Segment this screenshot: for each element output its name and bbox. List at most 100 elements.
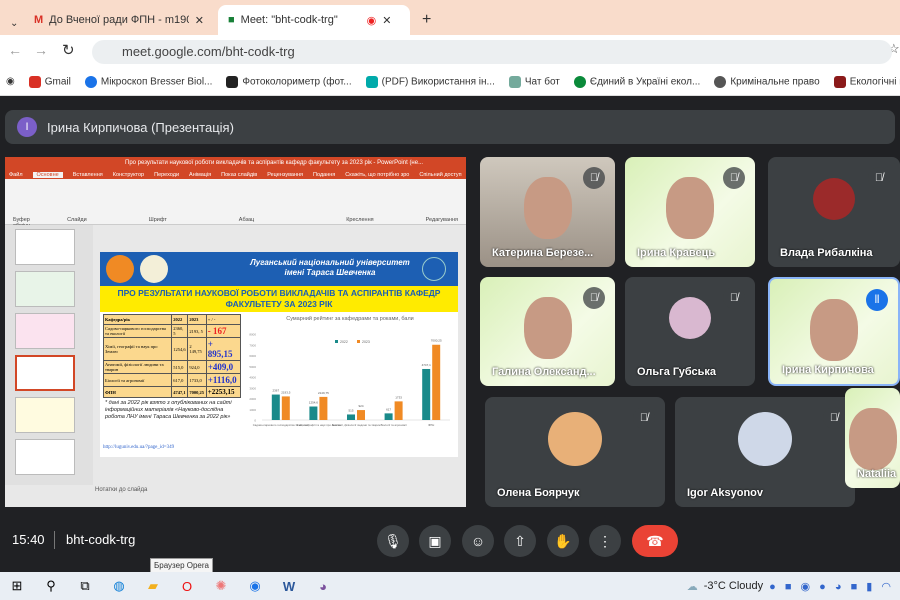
chrome-icon[interactable]: ◉ — [244, 575, 266, 597]
bookmark-chatbot[interactable]: Чат бот — [508, 75, 560, 88]
menu-slideshow[interactable]: Показ слайдів — [221, 172, 257, 178]
y-tick-label: 1000 — [249, 408, 256, 412]
slide-link[interactable]: http://luguniv.edu.ua/?page_id=349 — [103, 445, 174, 450]
rating-chart: Сумарний рейтинг за кафедрами та роками,… — [249, 315, 450, 427]
bookmark-microscope[interactable]: Мікроскоп Bresser Biol... — [84, 75, 212, 88]
search-icon[interactable]: ⚲ — [40, 575, 62, 597]
camera-button[interactable]: ▣ — [419, 525, 451, 557]
participant-tile[interactable]: 🎙̸ Галина Олександ... — [480, 277, 615, 386]
edge-icon[interactable]: ◍ — [108, 575, 130, 597]
y-tick-label: 5000 — [249, 365, 256, 369]
menu-transitions[interactable]: Переходи — [154, 172, 179, 178]
muted-mic-icon: 🎙̸ — [868, 167, 890, 189]
bar-2022 — [384, 413, 393, 420]
participant-video — [523, 177, 572, 239]
tab-meet[interactable]: ■ Meet: "bht-codk-trg" ◉ ✕ — [218, 5, 410, 35]
microphone-button[interactable]: 🎙 — [377, 525, 409, 557]
menu-review[interactable]: Рецензування — [267, 172, 303, 178]
close-tab-icon[interactable]: ✕ — [195, 14, 204, 27]
participant-name: Катерина Березе... — [492, 247, 594, 259]
participant-tile[interactable]: 🎙̸ Влада Рибалкіна — [768, 157, 900, 267]
share-button[interactable]: Спільний доступ — [419, 172, 461, 178]
weather-text[interactable]: -3°C Cloudy — [704, 580, 763, 592]
participant-tile[interactable]: 🎙̸ Ольга Губська — [625, 277, 755, 386]
participant-tile[interactable]: 🎙̸ Igor Aksyonov — [675, 397, 855, 507]
slide-thumbnail[interactable] — [15, 397, 75, 433]
back-icon[interactable]: ← — [8, 42, 22, 58]
x-tick-label: ФПН — [428, 423, 434, 427]
bar-2022 — [309, 406, 318, 420]
menu-animations[interactable]: Анімація — [189, 172, 211, 178]
bookmark-ecology[interactable]: Єдиний в Україні екол... — [573, 75, 700, 88]
bar-2023 — [394, 401, 403, 420]
tray-icons[interactable]: ● ■ ◉ ● ◕ ■ ▮ ◠ — [769, 580, 894, 593]
participant-name: Ірина Кравець — [637, 247, 716, 259]
emoji-button[interactable]: ☺ — [462, 525, 494, 557]
data-label: 617 — [386, 407, 391, 411]
reload-icon[interactable]: ↻ — [62, 41, 75, 59]
tab-gmail[interactable]: MДо Вченої ради ФПН - m19050829✕ — [24, 5, 214, 35]
app-icon[interactable]: ✺ — [210, 575, 232, 597]
menu-insert[interactable]: Вставлення — [73, 172, 103, 178]
bookmarks-bar: ◉ Gmail Мікроскоп Bresser Biol... Фотоко… — [0, 68, 900, 96]
group-editing: Редагування — [425, 217, 458, 223]
menu-file[interactable]: Файл — [9, 172, 23, 178]
bar-2022 — [271, 394, 280, 420]
slide-thumbnail[interactable] — [15, 439, 75, 475]
more-options-button[interactable]: ⋮ — [589, 525, 621, 557]
participant-tile[interactable]: 🎙̸ Ірина Кравець — [625, 157, 755, 267]
bar-2022 — [422, 368, 431, 420]
bookmark-gmail[interactable]: Gmail — [28, 75, 71, 88]
muted-mic-icon: 🎙̸ — [633, 407, 655, 429]
word-icon[interactable]: W — [278, 575, 300, 597]
slide-thumbnail[interactable] — [15, 313, 75, 349]
bookmark-pdf[interactable]: (PDF) Використання ін... — [365, 75, 495, 88]
close-tab-icon[interactable]: ✕ — [382, 14, 391, 27]
y-tick-label: 0 — [254, 419, 256, 423]
new-tab-button[interactable]: + — [412, 5, 441, 35]
bookmark-ecological-consequences[interactable]: Екологічні наслідки ві... — [833, 75, 900, 88]
opera-icon[interactable]: O — [176, 575, 198, 597]
bookmark-criminal-law[interactable]: Кримінальне право — [714, 75, 820, 88]
presentation-bar: I Ірина Кирпичова (Презентація) — [5, 110, 895, 144]
participant-tile[interactable]: 🎙̸ Олена Боярчук — [485, 397, 665, 507]
slide-thumbnail[interactable] — [15, 271, 75, 307]
menu-design[interactable]: Конструктор — [113, 172, 144, 178]
forward-icon[interactable]: → — [34, 42, 48, 58]
tell-me-input[interactable]: Скажіть, що потрібно зро — [345, 172, 409, 178]
participant-tile[interactable]: ⦀ Ірина Кирпичова — [768, 277, 900, 386]
notes-placeholder[interactable]: Нотатки до слайда — [95, 487, 147, 493]
address-bar[interactable]: meet.google.com/bht-codk-trg — [92, 40, 892, 64]
participant-avatar — [548, 411, 602, 466]
system-tray: ☁ -3°C Cloudy ● ■ ◉ ● ◕ ■ ▮ ◠ — [687, 572, 894, 600]
participant-video — [848, 408, 897, 470]
meeting-code: bht-codk-trg — [66, 532, 136, 547]
participant-video — [523, 297, 572, 359]
menu-home[interactable]: Основне — [32, 171, 63, 178]
slide-thumbnail-current[interactable] — [15, 355, 75, 391]
participant-name: Ірина Кирпичова — [782, 364, 874, 376]
data-label: 1733 — [395, 395, 402, 399]
x-tick-label: Анатомії, фізіології людини та тварин — [332, 423, 381, 427]
bookmark-photocolorimeter[interactable]: Фотоколориметр (фот... — [226, 75, 352, 88]
slide-thumbnail[interactable] — [15, 229, 75, 265]
participant-tile[interactable]: Nataliia — [845, 388, 900, 488]
bar-2023 — [281, 396, 290, 420]
file-explorer-icon[interactable]: ▰ — [142, 575, 164, 597]
present-button[interactable]: ⇧ — [504, 525, 536, 557]
participant-tile[interactable]: 🎙̸ Катерина Березе... — [480, 157, 615, 267]
group-drawing: Креслення — [346, 217, 374, 223]
task-view-icon[interactable]: ⧉ — [74, 575, 96, 597]
legend-swatch — [335, 340, 338, 343]
speaking-indicator-icon: ⦀ — [866, 289, 888, 311]
y-tick-label: 6000 — [249, 354, 256, 358]
menu-view[interactable]: Подання — [313, 172, 335, 178]
participant-avatar — [738, 411, 792, 466]
start-icon[interactable]: ⊞ — [6, 575, 28, 597]
raise-hand-button[interactable]: ✋ — [547, 525, 579, 557]
data-label: 2149,75 — [318, 391, 329, 395]
viber-icon[interactable]: ◕ — [312, 575, 334, 597]
participant-name: Nataliia — [857, 468, 897, 480]
leave-call-button[interactable]: ☎ — [632, 525, 678, 557]
presenter-avatar: I — [17, 117, 37, 137]
